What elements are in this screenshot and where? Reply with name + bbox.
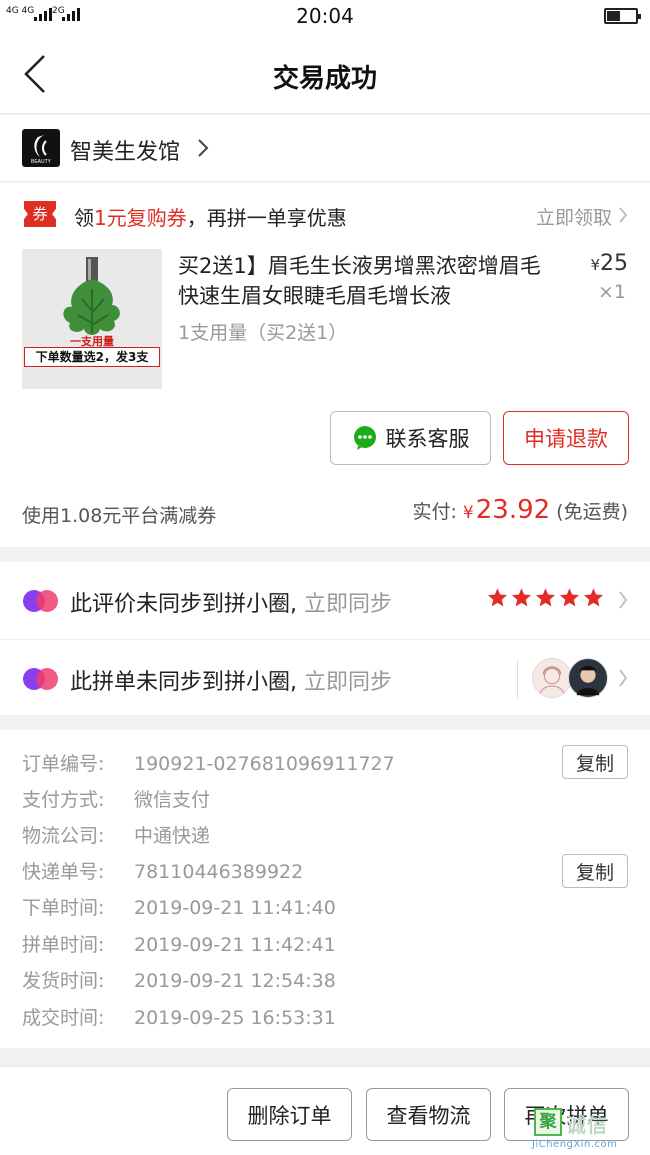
review-sync-row[interactable]: 此评价未同步到拼小圈, 立即同步 [0,562,650,638]
coupon-badge-icon: 券 [24,201,56,227]
coupon-text-prefix: 领 [74,206,94,230]
info-label: 发货时间: [22,970,105,992]
contact-service-label: 联系客服 [385,427,470,451]
chevron-right-icon [198,139,209,157]
copy-order-number-button[interactable]: 复制 [562,745,628,779]
discount-text: 使用1.08元平台满减券 [22,505,217,527]
group-time-value: 2019-09-21 11:42:41 [134,934,336,956]
claim-coupon-link[interactable]: 立即领取 [536,203,612,230]
info-label: 支付方式: [22,789,105,811]
price-currency: ¥ [590,256,600,274]
paid-label: 实付: [412,501,457,523]
coupon-text: 领1元复购券，再拼一单享优惠 [74,202,347,231]
watermark: 聚 诚信 JiChengXin.com [532,1108,648,1152]
shop-logo: BEAUTY [22,129,60,167]
avatar-divider [517,660,518,698]
chat-icon [353,426,376,450]
group-avatars [517,658,608,698]
group-time-row: 拼单时间: 2019-09-21 11:42:41 [22,930,336,957]
complete-time-row: 成交时间: 2019-09-25 16:53:31 [22,1003,336,1030]
shipping-note: (免运费) [556,501,628,523]
request-refund-button[interactable]: 申请退款 [503,411,629,465]
shop-logo-text: BEAUTY [31,159,52,165]
chevron-right-icon [619,207,628,223]
view-logistics-button[interactable]: 查看物流 [366,1088,491,1141]
group-sync-message: 此拼单未同步到拼小圈, [70,670,297,695]
coupon-text-suffix: ，再拼一单享优惠 [186,206,347,230]
review-sync-text: 此评价未同步到拼小圈, 立即同步 [70,586,392,618]
delete-order-button[interactable]: 删除订单 [227,1088,352,1141]
sync-card: 此评价未同步到拼小圈, 立即同步 此拼单未同步到拼小圈, 立即同步 [0,562,650,715]
star-icon [560,588,579,607]
pinxiaoquan-icon [23,668,58,690]
battery-icon [604,8,641,24]
star-icon [536,588,555,607]
paid-amount-value: 23.92 [475,495,551,525]
rating-stars [487,587,604,608]
logistics-company-value: 中通快递 [134,825,211,847]
order-time-value: 2019-09-21 11:41:40 [134,897,336,919]
group-sync-link[interactable]: 立即同步 [304,670,392,695]
avatar [532,658,572,698]
info-label: 拼单时间: [22,934,105,956]
price-value: 25 [600,251,628,276]
order-info-card: 订单编号: 190921-027681096911727 复制 支付方式: 微信支付… [0,730,650,1048]
info-label: 下单时间: [22,897,105,919]
product-price: ¥25 [590,251,628,276]
info-label: 订单编号: [22,753,105,775]
copy-tracking-number-button[interactable]: 复制 [562,854,628,888]
contact-service-button[interactable]: 联系客服 [330,411,491,465]
product-title[interactable]: 买2送1】眉毛生长液男增黑浓密增眉毛快速生眉女眼睫毛眉毛增长液 [178,251,558,311]
logistics-company-row: 物流公司: 中通快递 [22,821,210,848]
watermark-url: JiChengXin.com [532,1139,618,1150]
group-sync-text: 此拼单未同步到拼小圈, 立即同步 [70,664,392,696]
paid-currency: ¥ [462,503,474,523]
ship-time-row: 发货时间: 2019-09-21 12:54:38 [22,966,336,993]
star-icon [488,588,507,607]
info-label: 快递单号: [22,861,105,883]
avatar [568,658,608,698]
watermark-name: 诚信 [566,1113,608,1137]
order-time-row: 下单时间: 2019-09-21 11:41:40 [22,893,336,920]
info-label: 物流公司: [22,825,105,847]
info-label: 成交时间: [22,1007,105,1029]
ship-time-value: 2019-09-21 12:54:38 [134,970,336,992]
order-number-row: 订单编号: 190921-027681096911727 [22,749,395,776]
watermark-logo: 聚 [534,1108,562,1136]
navbar: 交易成功 [0,36,650,114]
product-quantity: ×1 [597,281,626,303]
shop-row[interactable]: BEAUTY 智美生发馆 [0,115,650,182]
tracking-number-row: 快递单号: 78110446389922 [22,857,303,884]
payment-summary: 实付: ¥23.92 (免运费) [413,495,629,525]
payment-method-row: 支付方式: 微信支付 [22,785,210,812]
group-sync-row[interactable]: 此拼单未同步到拼小圈, 立即同步 [0,639,650,715]
product-image[interactable]: 一支用量 下单数量选2，发3支 [22,249,162,389]
product-bottle-illustration [63,257,120,335]
complete-time-value: 2019-09-25 16:53:31 [134,1007,336,1029]
review-sync-message: 此评价未同步到拼小圈, [70,592,297,617]
product-image-caption: 下单数量选2，发3支 [24,347,160,367]
review-sync-link[interactable]: 立即同步 [304,592,392,617]
payment-method-value: 微信支付 [134,789,211,811]
star-icon [512,588,531,607]
paid-amount: ¥23.92 [463,495,550,525]
page-title: 交易成功 [272,64,377,94]
product-spec: 1支用量（买2送1） [178,322,348,344]
coupon-row[interactable]: 券 领1元复购券，再拼一单享优惠 立即领取 [0,183,650,245]
tracking-number-value: 78110446389922 [134,861,304,883]
status-time: 20:04 [296,4,354,28]
shop-name[interactable]: 智美生发馆 [70,134,180,166]
status-bar: 4G 4G 2G 20:04 [0,0,650,36]
chevron-right-icon [619,591,628,609]
order-number-value: 190921-027681096911727 [134,753,395,775]
coupon-text-highlight: 1元复购券 [94,206,187,230]
chevron-right-icon [619,669,628,687]
product-card: 一支用量 下单数量选2，发3支 买2送1】眉毛生长液男增黑浓密增眉毛快速生眉女眼… [0,245,650,547]
star-icon [584,588,603,607]
pinxiaoquan-icon [23,590,58,612]
